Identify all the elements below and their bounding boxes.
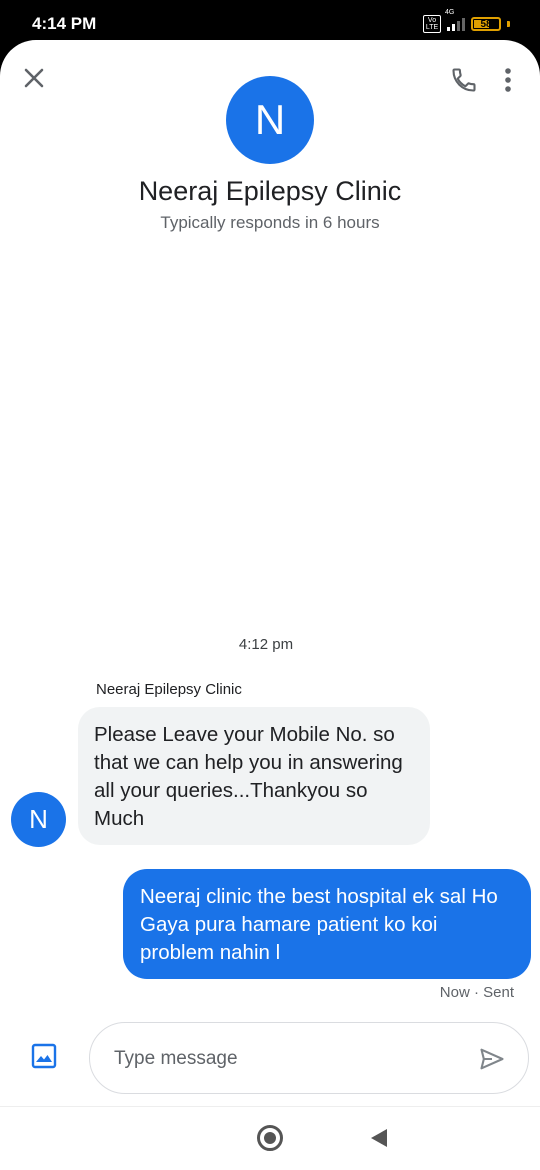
send-button[interactable] <box>476 1043 508 1075</box>
message-timestamp: 4:12 pm <box>238 636 294 653</box>
chat-screen: N Neeraj Epilepsy Clinic Typically respo… <box>0 40 540 1170</box>
nav-divider <box>0 1106 540 1107</box>
network-type-label: 4G <box>445 9 455 16</box>
close-button[interactable] <box>18 62 50 94</box>
sender-name: Neeraj Epilepsy Clinic <box>96 681 242 698</box>
sender-avatar: N <box>11 792 66 847</box>
home-circle-icon[interactable] <box>257 1125 283 1151</box>
contact-avatar: N <box>226 76 314 164</box>
message-input[interactable] <box>114 1043 454 1075</box>
attach-image-button[interactable] <box>28 1040 60 1072</box>
status-time: 4:14 PM <box>32 14 97 33</box>
status-bar: 4:14 PM Vo LTE 4G 58 <box>0 0 540 44</box>
close-icon <box>24 68 44 88</box>
compose-box <box>89 1022 529 1094</box>
call-button[interactable] <box>446 62 482 98</box>
phone-icon <box>452 68 476 92</box>
contact-name: Neeraj Epilepsy Clinic <box>138 176 402 206</box>
incoming-message-bubble[interactable]: Please Leave your Mobile No. so that we … <box>78 707 430 845</box>
volte-icon: Vo LTE <box>423 15 441 33</box>
battery-icon: 58 <box>471 17 501 31</box>
outgoing-message-bubble[interactable]: Neeraj clinic the best hospital ek sal H… <box>123 869 531 979</box>
battery-label: 58 <box>480 18 492 30</box>
image-icon <box>31 1043 57 1069</box>
signal-icon: 4G <box>445 9 465 31</box>
response-time-label: Typically responds in 6 hours <box>160 213 380 232</box>
status-icons: Vo LTE 4G 58 <box>423 9 510 34</box>
more-options-button[interactable] <box>494 62 522 98</box>
battery-tip <box>507 21 510 27</box>
send-icon <box>480 1048 504 1070</box>
back-triangle-icon[interactable] <box>371 1129 387 1147</box>
more-vert-icon <box>505 68 511 92</box>
message-status: Now · Sent <box>439 984 514 1001</box>
